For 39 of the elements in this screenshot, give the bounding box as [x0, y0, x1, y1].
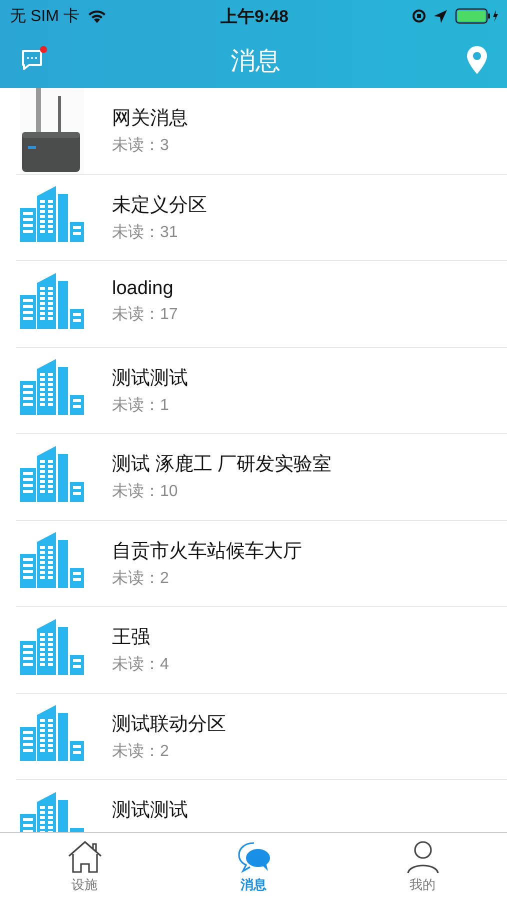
- message-row[interactable]: 测试联动分区 未读：2: [16, 694, 507, 780]
- unread-count: 未读：3: [112, 136, 170, 156]
- battery-icon: [455, 8, 499, 24]
- rotation-lock-icon: [412, 9, 426, 23]
- message-row[interactable]: 网关消息 未读：3: [16, 88, 507, 174]
- home-icon: [66, 840, 102, 874]
- unread-count: 未读：4: [112, 654, 169, 675]
- page-title: 消息: [230, 46, 280, 76]
- group-title: 王强: [112, 626, 151, 650]
- carrier-text: 无 SIM 卡: [10, 6, 80, 26]
- user-icon: [404, 840, 440, 874]
- chat-bubbles-icon: [236, 840, 272, 874]
- tab-item[interactable]: 设施: [0, 833, 169, 900]
- group-title: loading: [112, 278, 174, 300]
- unread-count: 未读：10: [112, 482, 179, 502]
- unread-count: 未读：17: [112, 304, 178, 325]
- tab-item[interactable]: 我的: [338, 833, 507, 900]
- message-row[interactable]: 未定义分区 未读：31: [16, 174, 507, 261]
- message-row[interactable]: 自贡市火车站候车大厅 未读：2: [16, 520, 507, 607]
- unread-count: 未读：31: [112, 222, 179, 242]
- group-title: 测试测试: [112, 799, 188, 823]
- group-title: 测试 涿鹿工 厂研发实验室: [112, 453, 332, 477]
- chat-icon[interactable]: [20, 48, 44, 72]
- group-title: 未定义分区: [112, 194, 207, 218]
- message-row[interactable]: 测试测试 未读：1: [16, 348, 507, 434]
- group-title: 网关消息: [112, 107, 188, 131]
- unread-count: 未读：2: [112, 568, 170, 588]
- group-title: 测试测试: [112, 366, 188, 390]
- message-row[interactable]: 王强 未读：4: [16, 607, 507, 694]
- clock-text: 上午9:48: [220, 6, 289, 28]
- location-pin-icon[interactable]: [467, 46, 487, 74]
- group-title: 自贡市火车站候车大厅: [112, 540, 302, 564]
- message-row[interactable]: 测试 涿鹿工 厂研发实验室 未读：10: [16, 434, 507, 520]
- unread-count: 未读：1: [112, 396, 170, 416]
- group-title: 测试联动分区: [112, 712, 226, 736]
- location-arrow-icon: [434, 10, 447, 22]
- message-row[interactable]: loading 未读：17: [16, 261, 507, 348]
- unread-count: 未读：2: [112, 742, 170, 762]
- wifi-icon: [87, 8, 108, 24]
